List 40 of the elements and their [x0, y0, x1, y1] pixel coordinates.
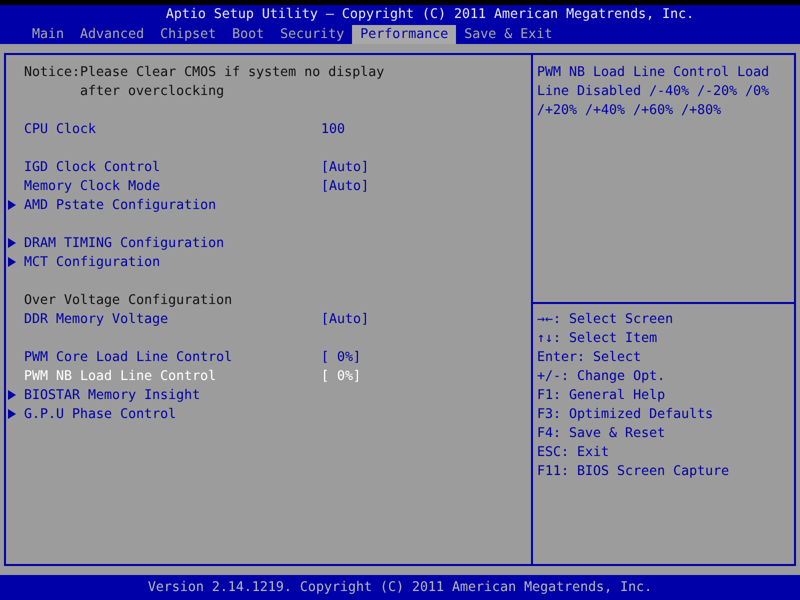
setting-label[interactable]: DDR Memory Voltage — [24, 310, 321, 329]
notice-text: Notice:Please Clear CMOS if system no display — [23, 64, 386, 82]
key-hint: Enter: Select — [537, 349, 642, 367]
setting-label[interactable]: PWM NB Load Line Control — [24, 367, 321, 386]
key-hint: F3: Optimized Defaults — [537, 406, 714, 424]
menu-tab[interactable]: Advanced — [72, 25, 152, 44]
setting-label[interactable]: CPU Clock — [24, 120, 321, 139]
menu-tab[interactable]: Chipset — [152, 25, 224, 44]
window-title: Aptio Setup Utility – Copyright (C) 2011 American Megatrends, Inc. — [164, 6, 696, 24]
help-text: PWM NB Load Line Control Load Line Disabled /-40% /-20% /0% /+20% /+40% /+60% /+80% — [533, 55, 794, 304]
setting-label[interactable]: Memory Clock Mode — [24, 177, 321, 196]
setting-value[interactable]: [Auto] — [321, 177, 370, 196]
submenu-item[interactable]: G.P.U Phase Control — [24, 405, 321, 424]
setting-value[interactable]: [Auto] — [321, 310, 370, 329]
menu-tab[interactable]: Security — [272, 25, 352, 44]
submenu-item[interactable]: BIOSTAR Memory Insight — [24, 386, 321, 405]
setting-label[interactable]: PWM Core Load Line Control — [24, 348, 321, 367]
menu-tab[interactable]: Save & Exit — [456, 25, 560, 44]
submenu-item[interactable]: AMD Pstate Configuration — [24, 196, 321, 215]
setting-value[interactable]: [ 0%] — [321, 367, 362, 386]
section-heading: Over Voltage Configuration — [24, 292, 232, 310]
setting-value[interactable]: 100 — [321, 120, 346, 139]
submenu-item[interactable]: MCT Configuration — [24, 253, 321, 272]
setting-value[interactable]: [ 0%] — [321, 348, 362, 367]
submenu-arrow-icon — [8, 200, 16, 210]
menu-tab[interactable]: Boot — [224, 25, 272, 44]
key-hint: ↑↓: Select Item — [537, 330, 658, 348]
key-hint: F1: General Help — [537, 387, 666, 405]
submenu-item[interactable]: DRAM TIMING Configuration — [24, 234, 321, 253]
key-hint: →←: Select Screen — [537, 311, 674, 329]
setting-value[interactable]: [Auto] — [321, 158, 370, 177]
menu-tab[interactable]: Performance — [352, 25, 456, 44]
setting-label[interactable]: IGD Clock Control — [24, 158, 321, 177]
key-hint: F4: Save & Reset — [537, 425, 666, 443]
key-hint: F11: BIOS Screen Capture — [537, 463, 730, 481]
notice-text: after overclocking — [79, 83, 226, 101]
version-text: Version 2.14.1219. Copyright (C) 2011 American Megatrends, Inc. — [148, 580, 652, 595]
menu-tab[interactable]: Main — [24, 25, 72, 44]
key-hint: +/-: Change Opt. — [537, 368, 666, 386]
key-hint: ESC: Exit — [537, 444, 610, 462]
